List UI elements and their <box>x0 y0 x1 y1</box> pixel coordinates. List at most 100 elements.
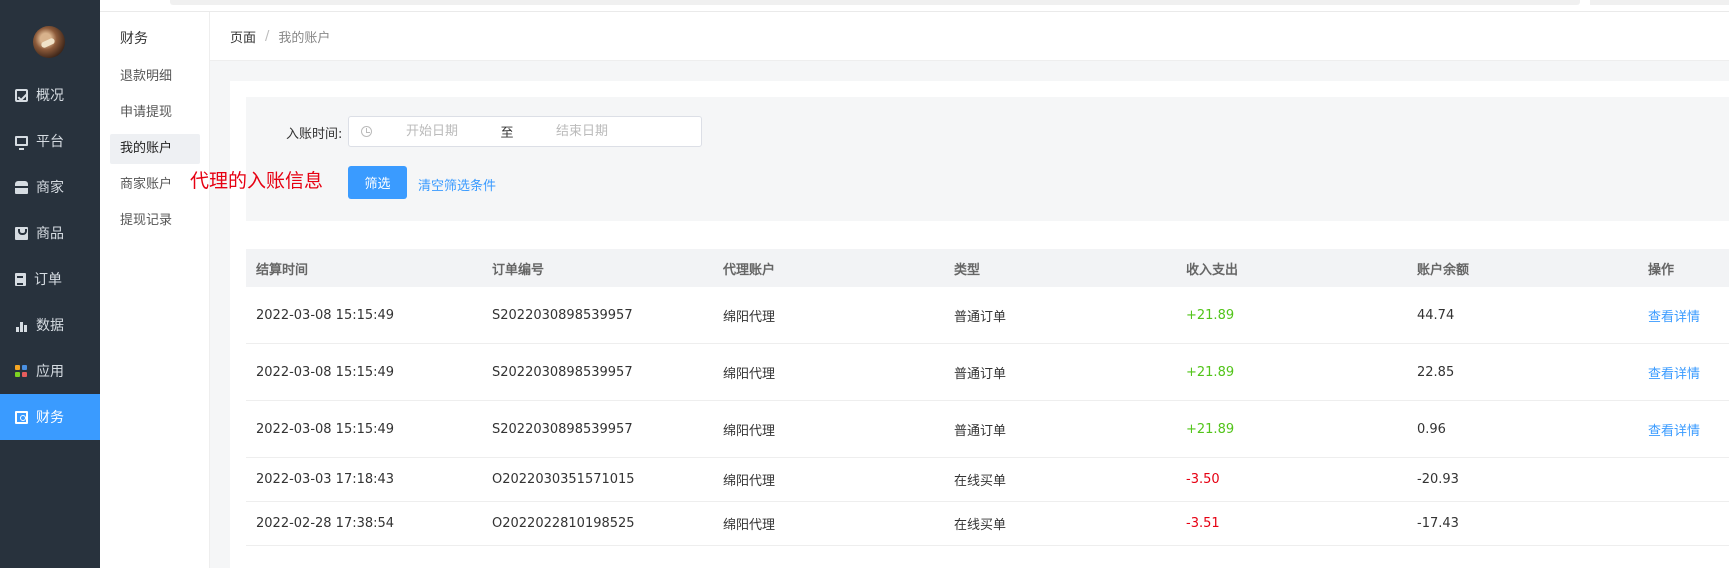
cell-balance: -17.43 <box>1417 516 1459 531</box>
table-row: 2022-03-08 15:15:49 S2022030898539957 绵阳… <box>246 401 1729 458</box>
subnav-item-apply-withdraw[interactable]: 申请提现 <box>110 98 200 128</box>
top-search-stub[interactable] <box>170 0 1580 5</box>
cell-agent: 绵阳代理 <box>723 366 776 382</box>
breadcrumb-root[interactable]: 页面 <box>230 27 256 46</box>
view-detail-link[interactable]: 查看详情 <box>1638 306 1729 325</box>
date-range-picker[interactable]: 至 <box>348 116 702 147</box>
main-sidebar: 概况 平台 商家 商品 订单 数据 应用 财务 <box>0 0 100 568</box>
date-range-separator: 至 <box>500 126 514 141</box>
subnav-item-refund-detail[interactable]: 退款明细 <box>110 62 200 92</box>
header-settle-time: 结算时间 <box>256 262 309 278</box>
cell-balance: 44.74 <box>1417 307 1455 323</box>
cell-agent: 绵阳代理 <box>723 518 776 533</box>
clock-icon <box>361 126 372 137</box>
subnav-item-my-account[interactable]: 我的账户 <box>110 134 200 164</box>
view-detail-link[interactable]: 查看详情 <box>1638 363 1729 382</box>
sidebar-item-overview[interactable]: 概况 <box>0 72 100 118</box>
entry-time-label: 入账时间: <box>286 127 343 142</box>
cell-time: 2022-03-08 15:15:49 <box>256 364 395 380</box>
cell-amount: -3.51 <box>1186 516 1220 531</box>
subnav-title: 财务 <box>120 31 148 47</box>
account-table: 结算时间 订单编号 代理账户 类型 收入支出 账户余额 操作 2022-03-0… <box>246 249 1729 546</box>
cell-time: 2022-03-08 15:15:49 <box>256 307 395 323</box>
avatar[interactable] <box>33 26 65 58</box>
filter-button[interactable]: 筛选 <box>348 166 407 199</box>
sidebar-item-orders[interactable]: 订单 <box>0 256 100 302</box>
clear-filter-link[interactable]: 清空筛选条件 <box>418 175 496 194</box>
sidebar-item-label: 数据 <box>36 318 64 334</box>
cell-time: 2022-02-28 17:38:54 <box>256 516 395 531</box>
cell-amount: +21.89 <box>1186 364 1235 380</box>
breadcrumb-separator: / <box>265 28 270 44</box>
table-row: 2022-02-28 17:38:54 O2022022810198525 绵阳… <box>246 502 1729 546</box>
cell-balance: -20.93 <box>1417 472 1459 487</box>
document-icon <box>15 272 26 286</box>
main-content: 入账时间: 至 筛选 清空筛选条件 结算时间 订单编号 代理账户 类型 收入支出… <box>210 61 1729 568</box>
table-row: 2022-03-08 15:15:49 S2022030898539957 绵阳… <box>246 287 1729 344</box>
filter-panel: 入账时间: 至 筛选 清空筛选条件 <box>246 97 1729 221</box>
subnav-item-withdraw-record[interactable]: 提现记录 <box>110 206 200 236</box>
cell-agent: 绵阳代理 <box>723 309 776 325</box>
sidebar-item-label: 商品 <box>36 226 64 242</box>
sidebar-item-data[interactable]: 数据 <box>0 302 100 348</box>
top-right-stub[interactable] <box>1590 0 1729 5</box>
monitor-icon <box>15 136 28 150</box>
cell-order: O2022022810198525 <box>492 516 635 531</box>
sidebar-item-label: 概况 <box>36 88 64 104</box>
cell-balance: 0.96 <box>1417 421 1446 437</box>
sidebar-item-label: 平台 <box>36 134 64 150</box>
header-type: 类型 <box>954 262 981 278</box>
cell-balance: 22.85 <box>1417 364 1455 380</box>
sidebar-item-platform[interactable]: 平台 <box>0 118 100 164</box>
cell-type: 普通订单 <box>954 366 1007 382</box>
header-balance: 账户余额 <box>1417 262 1470 278</box>
sidebar-item-label: 财务 <box>36 410 64 426</box>
header-action: 操作 <box>1648 262 1675 278</box>
sidebar-item-label: 订单 <box>34 272 62 288</box>
end-date-input[interactable] <box>522 124 642 139</box>
cell-order: O2022030351571015 <box>492 472 635 487</box>
shop-icon <box>15 180 28 194</box>
cash-icon <box>15 410 28 424</box>
cell-type: 普通订单 <box>954 309 1007 325</box>
cell-order: S2022030898539957 <box>492 307 633 323</box>
sidebar-item-apps[interactable]: 应用 <box>0 348 100 394</box>
sidebar-item-merchant[interactable]: 商家 <box>0 164 100 210</box>
cell-type: 在线买单 <box>954 518 1007 533</box>
content-panel: 入账时间: 至 筛选 清空筛选条件 结算时间 订单编号 代理账户 类型 收入支出… <box>230 81 1729 568</box>
top-bar <box>100 0 1729 12</box>
breadcrumb: 页面 / 我的账户 <box>210 12 1729 61</box>
bag-icon <box>15 226 28 240</box>
cell-agent: 绵阳代理 <box>723 423 776 439</box>
sidebar-item-label: 商家 <box>36 180 64 196</box>
start-date-input[interactable] <box>372 124 492 139</box>
apps-icon <box>15 364 28 378</box>
cell-type: 普通订单 <box>954 423 1007 439</box>
sidebar-item-finance[interactable]: 财务 <box>0 394 100 440</box>
sidebar-item-label: 应用 <box>36 364 64 380</box>
cell-order: S2022030898539957 <box>492 421 633 437</box>
cell-amount: +21.89 <box>1186 307 1235 323</box>
header-order-no: 订单编号 <box>492 262 545 278</box>
table-header: 结算时间 订单编号 代理账户 类型 收入支出 账户余额 操作 <box>246 249 1729 287</box>
annotation-text: 代理的入账信息 <box>190 170 324 192</box>
header-income-expense: 收入支出 <box>1186 262 1239 278</box>
sidebar-item-goods[interactable]: 商品 <box>0 210 100 256</box>
cell-time: 2022-03-03 17:18:43 <box>256 472 395 487</box>
table-row: 2022-03-08 15:15:49 S2022030898539957 绵阳… <box>246 344 1729 401</box>
header-agent-account: 代理账户 <box>723 262 776 278</box>
cell-amount: +21.89 <box>1186 421 1235 437</box>
cell-time: 2022-03-08 15:15:49 <box>256 421 395 437</box>
view-detail-link[interactable]: 查看详情 <box>1638 420 1729 439</box>
table-row: 2022-03-03 17:18:43 O2022030351571015 绵阳… <box>246 458 1729 502</box>
bar-chart-icon <box>15 319 28 332</box>
breadcrumb-current: 我的账户 <box>278 30 331 46</box>
cell-amount: -3.50 <box>1186 472 1220 487</box>
subnav-item-merchant-account[interactable]: 商家账户 <box>110 170 200 200</box>
main-nav: 概况 平台 商家 商品 订单 数据 应用 财务 <box>0 72 100 440</box>
cell-order: S2022030898539957 <box>492 364 633 380</box>
sub-sidebar: 财务 退款明细 申请提现 我的账户 商家账户 提现记录 <box>100 12 210 568</box>
cell-agent: 绵阳代理 <box>723 474 776 489</box>
cell-type: 在线买单 <box>954 474 1007 489</box>
chart-icon <box>15 88 28 102</box>
